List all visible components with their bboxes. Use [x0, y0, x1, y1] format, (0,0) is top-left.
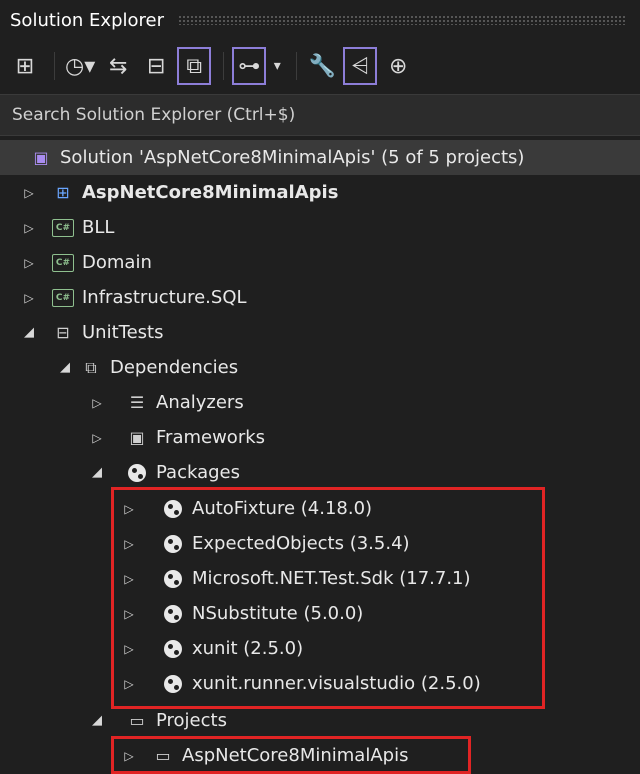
window-title: Solution Explorer: [10, 9, 164, 31]
title-bar: Solution Explorer: [0, 0, 640, 40]
csharp-project-icon: C#: [52, 217, 74, 239]
dropdown-icon[interactable]: ▾: [270, 47, 284, 85]
tree-packages[interactable]: ◢ Packages: [0, 455, 640, 490]
tree-solution[interactable]: ▣ Solution 'AspNetCore8MinimalApis' (5 o…: [0, 140, 640, 175]
tree-frameworks[interactable]: ▷ ▣ Frameworks: [0, 420, 640, 455]
solution-label: Solution 'AspNetCore8MinimalApis' (5 of …: [60, 147, 525, 168]
tree-project[interactable]: ▷ C# Infrastructure.SQL: [0, 280, 640, 315]
highlight-project-ref-box: [111, 736, 471, 774]
analyzers-icon: ☰: [129, 393, 145, 412]
tree-analyzers[interactable]: ▷ ☰ Analyzers: [0, 385, 640, 420]
expand-arrow-icon[interactable]: ▷: [20, 186, 38, 200]
collapse-arrow-icon[interactable]: ◢: [20, 325, 38, 340]
file-nesting-icon[interactable]: ⩤: [343, 47, 378, 85]
solution-icon: ▣: [33, 148, 49, 167]
projects-label: Projects: [156, 710, 227, 731]
projects-icon: ▭: [129, 711, 145, 730]
expand-arrow-icon[interactable]: ▷: [88, 396, 106, 410]
project-label: Infrastructure.SQL: [82, 287, 247, 308]
expand-arrow-icon[interactable]: ▷: [20, 256, 38, 270]
test-project-icon: ⊟: [56, 323, 70, 342]
preview-selected-icon[interactable]: ⊶: [232, 47, 267, 85]
dependencies-label: Dependencies: [110, 357, 239, 378]
csharp-project-icon: C#: [52, 287, 74, 309]
toolbar-separator: [296, 52, 298, 80]
package-icon: [126, 462, 148, 484]
toolbar-separator: [223, 52, 225, 80]
tree-project[interactable]: ▷ C# BLL: [0, 210, 640, 245]
tree-project[interactable]: ▷ ⊞ AspNetCore8MinimalApis: [0, 175, 640, 210]
expand-arrow-icon[interactable]: ▷: [20, 221, 38, 235]
switch-views-icon[interactable]: ⊞: [8, 47, 42, 85]
sync-icon[interactable]: ⇆: [101, 47, 135, 85]
collapse-arrow-icon[interactable]: ◢: [56, 360, 74, 375]
collapse-arrow-icon[interactable]: ◢: [88, 465, 106, 480]
highlight-packages-box: [111, 487, 545, 709]
frameworks-icon: ▣: [129, 428, 145, 447]
collapse-arrow-icon[interactable]: ◢: [88, 713, 106, 728]
project-label: Domain: [82, 252, 152, 273]
toolbar-separator: [54, 52, 55, 80]
csharp-project-icon: C#: [52, 252, 74, 274]
expand-arrow-icon[interactable]: ▷: [88, 431, 106, 445]
project-label: UnitTests: [82, 322, 164, 343]
dep-label: Analyzers: [156, 392, 244, 413]
toolbar: ⊞ ◷▾ ⇆ ⊟ ⧉ ⊶ ▾ 🔧 ⩤ ⊕: [0, 40, 640, 92]
tree-project[interactable]: ◢ ⊟ UnitTests: [0, 315, 640, 350]
dependencies-icon: ⧉: [85, 357, 97, 377]
tree-dependencies[interactable]: ◢ ⧉ Dependencies: [0, 350, 640, 385]
project-label: AspNetCore8MinimalApis: [82, 182, 339, 203]
title-grip[interactable]: [178, 15, 626, 25]
project-label: BLL: [82, 217, 115, 238]
search-input[interactable]: Search Solution Explorer (Ctrl+$): [0, 94, 640, 136]
properties-icon[interactable]: 🔧: [305, 47, 339, 85]
tree-project[interactable]: ▷ C# Domain: [0, 245, 640, 280]
class-view-icon[interactable]: ⊕: [381, 47, 415, 85]
collapse-all-icon[interactable]: ⊟: [139, 47, 173, 85]
show-all-files-icon[interactable]: ⧉: [177, 47, 212, 85]
dep-label: Packages: [156, 462, 240, 483]
expand-arrow-icon[interactable]: ▷: [20, 291, 38, 305]
pending-changes-icon[interactable]: ◷▾: [63, 47, 97, 85]
dep-label: Frameworks: [156, 427, 266, 448]
web-project-icon: ⊞: [56, 183, 70, 202]
